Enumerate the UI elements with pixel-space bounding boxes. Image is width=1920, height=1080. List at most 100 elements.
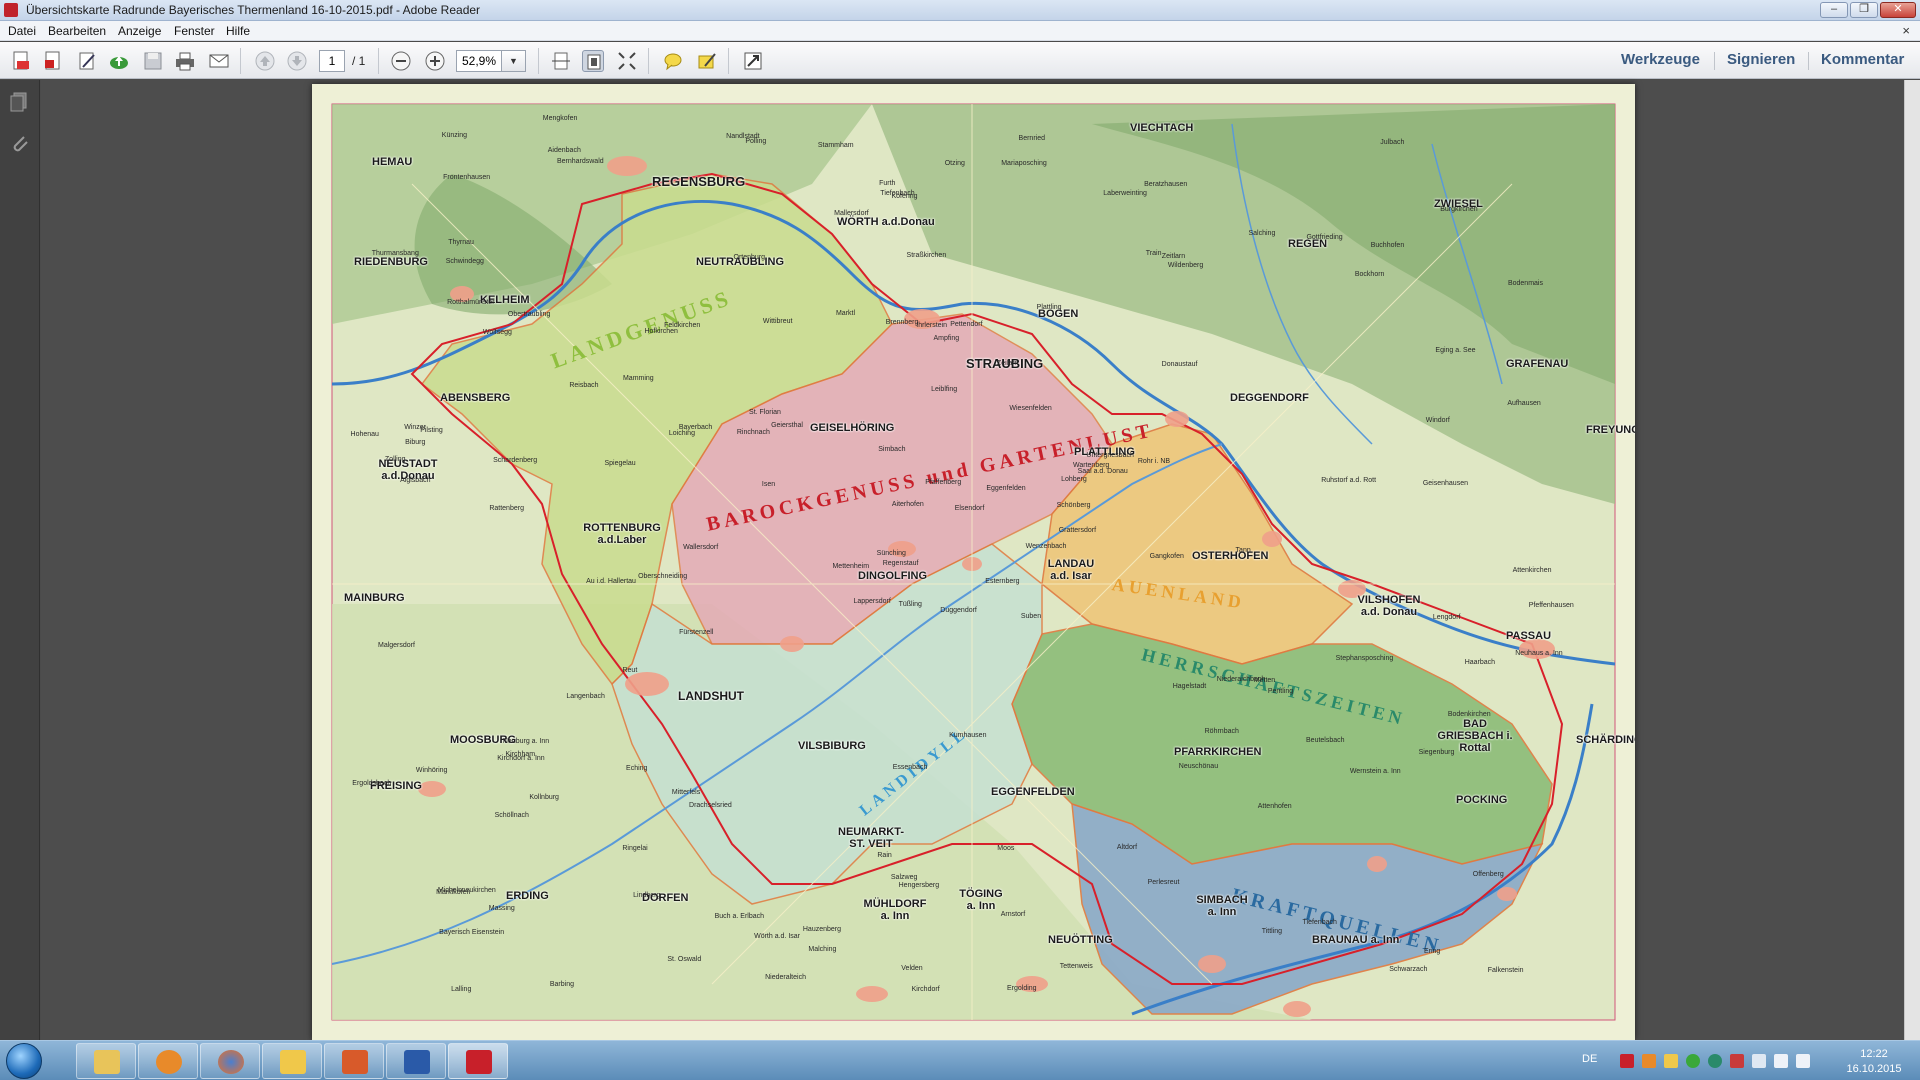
vertical-scrollbar[interactable] (1904, 80, 1920, 1040)
email-icon[interactable] (208, 50, 230, 72)
village-label: Thyrnau (448, 238, 474, 246)
village-label: Lengdorf (1432, 614, 1461, 622)
village-label: Geiersthal (771, 422, 803, 430)
menu-datei[interactable]: Datei (8, 24, 36, 38)
update-tray-icon[interactable] (1686, 1054, 1700, 1068)
display-tray-icon[interactable] (1752, 1054, 1766, 1068)
village-label: Furth (879, 180, 896, 188)
village-label: Tiefenbach (1302, 919, 1337, 926)
attachments-panel-icon[interactable] (8, 132, 32, 156)
flag-tray-icon[interactable] (1730, 1054, 1744, 1068)
language-indicator[interactable]: DE (1582, 1053, 1597, 1065)
village-label: Grattersdorf (1058, 526, 1097, 534)
menu-bearbeiten[interactable]: Bearbeiten (48, 24, 106, 38)
village-label: Bodenmais (1507, 280, 1543, 288)
village-label: Plattling (1036, 303, 1062, 311)
previous-page-icon[interactable] (254, 50, 276, 72)
close-document-button[interactable]: × (1902, 23, 1910, 38)
village-label: Gangkofen (1149, 552, 1184, 560)
highlight-icon[interactable] (696, 50, 718, 72)
edit-pdf-icon[interactable] (76, 50, 98, 72)
village-label: Rotthalmünster (447, 299, 495, 307)
clock-time[interactable]: 12:22 (1844, 1048, 1904, 1060)
village-label: Au i.d. Hallertau (586, 578, 636, 586)
taskbar-word[interactable] (386, 1043, 446, 1079)
village-label: Tüßling (898, 600, 922, 608)
village-label: Biburg (405, 438, 426, 446)
town-label: SCHÄRDING (1576, 734, 1635, 746)
full-screen-icon[interactable] (742, 50, 764, 72)
village-label: Otzing (944, 159, 965, 167)
taskbar-explorer[interactable] (76, 1043, 136, 1079)
town-label: WÖRTH a.d.Donau (837, 216, 935, 228)
fit-page-icon[interactable] (582, 50, 604, 72)
create-pdf-icon[interactable] (10, 50, 32, 72)
app-tray-icon[interactable] (1642, 1054, 1656, 1068)
menu-anzeige[interactable]: Anzeige (118, 24, 161, 38)
save-icon[interactable] (142, 50, 164, 72)
next-page-icon[interactable] (286, 50, 308, 72)
cloud-upload-icon[interactable] (108, 50, 130, 72)
village-label: Künzing (441, 132, 468, 140)
zoom-in-icon[interactable] (424, 50, 446, 72)
scroll-mode-icon[interactable] (550, 50, 572, 72)
pages-panel-icon[interactable] (8, 90, 32, 114)
village-label: Tittling (1261, 927, 1283, 935)
sync-tray-icon[interactable] (1708, 1054, 1722, 1068)
village-label: Geisenhausen (1422, 479, 1468, 487)
adobe-tray-icon[interactable] (1620, 1054, 1634, 1068)
menu-fenster[interactable]: Fenster (174, 24, 215, 38)
zoom-out-icon[interactable] (390, 50, 412, 72)
village-label: Wartenberg (1073, 461, 1110, 469)
taskbar-mail[interactable] (262, 1043, 322, 1079)
village-label: Winhöring (415, 766, 448, 774)
close-button[interactable]: ✕ (1880, 2, 1916, 18)
village-label: Ergoldsbach (352, 779, 392, 787)
comment-icon[interactable] (662, 50, 684, 72)
fit-width-icon[interactable] (616, 50, 638, 72)
taskbar-firefox[interactable] (200, 1043, 260, 1079)
village-label: Eching (626, 765, 648, 773)
clock-date[interactable]: 16.10.2015 (1844, 1063, 1904, 1075)
minimize-button[interactable]: – (1820, 2, 1848, 18)
comment-link[interactable]: Kommentar (1821, 51, 1904, 68)
village-label: Windorf (1425, 417, 1450, 425)
taskbar-powerpoint[interactable] (324, 1043, 384, 1079)
village-label: Spiegelau (604, 460, 636, 468)
zoom-level-input[interactable] (456, 50, 502, 72)
village-label: Untergriesbach (1086, 452, 1134, 460)
window-title: Übersichtskarte Radrunde Bayerisches The… (26, 3, 481, 17)
village-label: Obertraubling (507, 311, 551, 318)
page-total: / 1 (352, 54, 366, 68)
village-label: Suben (1020, 613, 1042, 621)
network-icon[interactable] (1796, 1054, 1810, 1068)
export-pdf-icon[interactable] (42, 50, 64, 72)
village-label: Wiesenfelden (1009, 404, 1052, 412)
start-button[interactable] (6, 1043, 42, 1079)
page-number-input[interactable] (319, 50, 345, 72)
village-label: Elsendorf (954, 504, 985, 512)
village-label: Lalling (451, 985, 472, 993)
taskbar-media-player[interactable] (138, 1043, 198, 1079)
menu-hilfe[interactable]: Hilfe (226, 24, 250, 38)
village-label: Hengersberg (898, 881, 940, 889)
village-label: Ampfing (933, 334, 960, 342)
tools-link[interactable]: Werkzeuge (1621, 51, 1700, 68)
village-label: Julbach (1380, 139, 1405, 147)
village-label: Mitterfels (671, 788, 701, 796)
sign-link[interactable]: Signieren (1727, 51, 1795, 68)
print-icon[interactable] (174, 50, 196, 72)
taskbar-adobe-reader[interactable] (448, 1043, 508, 1079)
village-label: Thurmansbang (371, 249, 419, 257)
village-label: Zolling (384, 456, 406, 464)
zoom-dropdown-button[interactable]: ▼ (502, 50, 526, 72)
restore-button[interactable]: ❐ (1850, 2, 1878, 18)
village-label: Rain (877, 851, 892, 859)
volume-icon[interactable] (1774, 1054, 1788, 1068)
firefox-icon (218, 1050, 244, 1074)
village-label: Pentling (1267, 688, 1294, 696)
village-label: Salching (1248, 230, 1276, 237)
mail-tray-icon[interactable] (1664, 1054, 1678, 1068)
village-label: Duggendorf (940, 607, 977, 615)
village-label: Hofkirchen (644, 328, 678, 336)
